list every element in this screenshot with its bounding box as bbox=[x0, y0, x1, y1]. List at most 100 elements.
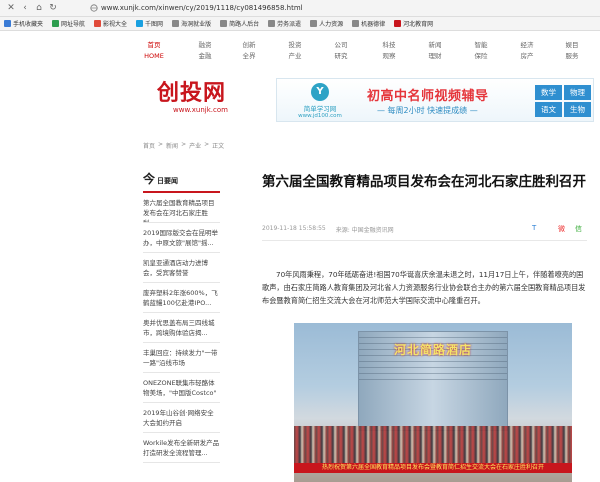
breadcrumb-link[interactable]: 新闻 bbox=[166, 141, 178, 150]
url-text: www.xunjk.com/xinwen/cy/2019/1118/cy0814… bbox=[101, 4, 303, 12]
sidebar-news-link[interactable]: 第六届全国教育精品项目发布会在河北石家庄胜利... bbox=[143, 193, 220, 223]
bookmark-favicon-icon bbox=[172, 20, 180, 27]
nav-item-label: 智能 bbox=[474, 41, 488, 49]
article-meta: 2019-11-18 15:58:55 来源: 中国金融资讯网 bbox=[262, 225, 587, 234]
bookmark-label: 千图网 bbox=[145, 21, 164, 28]
article-photo: 河北简路酒店 热烈祝贺第六届全国教育精品项目发布会暨教育简仁招生交流大会在石家庄… bbox=[294, 323, 572, 482]
today-news-sidebar: 今 日要闻 第六届全国教育精品项目发布会在河北石家庄胜利... 2019国际版交会… bbox=[143, 170, 220, 463]
nav-item-sublabel: 理财 bbox=[428, 52, 442, 60]
nav-item[interactable]: 经济 房产 bbox=[513, 40, 541, 62]
bookmark-favicon-icon bbox=[310, 20, 318, 27]
sidebar-news-link[interactable]: ONEZONE联集市轻酪体物美场，"中国版Costco" bbox=[143, 373, 220, 403]
breadcrumb-separator: > bbox=[158, 141, 164, 148]
bookmark-item[interactable]: 简路人后台 bbox=[220, 19, 259, 28]
close-icon[interactable]: ✕ bbox=[4, 1, 18, 15]
article-paragraph: 70年风雨秉程，70年砥砺奋进!祖国70华诞喜庆余温未退之时，11月17日上午，… bbox=[262, 270, 586, 305]
breadcrumb-separator: > bbox=[204, 141, 210, 148]
nav-item-sublabel: 房产 bbox=[520, 52, 534, 60]
nav-item-label: 首页 bbox=[147, 41, 161, 49]
ad-banner[interactable]: Y 简单学习网 www.jd100.com 初高中名师视频辅导 — 每周2小时 … bbox=[276, 78, 594, 122]
bookmark-label: 河北教育网 bbox=[403, 21, 434, 28]
nav-item-sublabel: 服务 bbox=[565, 52, 579, 60]
bookmark-item[interactable]: 手机收藏夹 bbox=[4, 19, 43, 28]
bookmark-favicon-icon bbox=[220, 20, 228, 27]
bookmark-label: 海洞就业版 bbox=[181, 21, 212, 28]
nav-item[interactable]: 新闻 理财 bbox=[421, 40, 449, 62]
bookmark-item[interactable]: 千图网 bbox=[136, 19, 163, 28]
ad-subject-button[interactable]: 生物 bbox=[564, 102, 591, 117]
share-wechat-icon[interactable]: 信 bbox=[575, 224, 582, 234]
bookmark-favicon-icon bbox=[52, 20, 60, 27]
nav-item-label: 科技 bbox=[382, 41, 396, 49]
bookmark-favicon-icon bbox=[136, 20, 144, 27]
article-date: 2019-11-18 15:58:55 bbox=[262, 225, 326, 232]
bookmark-item[interactable]: 河北教育网 bbox=[394, 19, 433, 28]
sidebar-news-link[interactable]: 丰巢回应：持续发力"一带一路"沿线市场 bbox=[143, 343, 220, 373]
nav-item[interactable]: 融资 金融 bbox=[191, 40, 219, 62]
bookmark-label: 手机收藏夹 bbox=[13, 21, 44, 28]
bookmark-label: 人力资源 bbox=[319, 21, 344, 28]
breadcrumb-link[interactable]: 产业 bbox=[189, 141, 201, 150]
nav-item-sublabel: 全界 bbox=[242, 52, 256, 60]
site-logo[interactable]: 创投网 www.xunjk.com bbox=[157, 81, 228, 115]
bookmark-label: 劳务派遣 bbox=[277, 21, 302, 28]
nav-item[interactable]: 投资 产业 bbox=[281, 40, 309, 62]
ad-subject-button[interactable]: 语文 bbox=[535, 102, 562, 117]
ad-brand: Y 简单学习网 www.jd100.com bbox=[285, 83, 355, 119]
bookmark-item[interactable]: 人力资源 bbox=[310, 19, 343, 28]
breadcrumb-separator: > bbox=[181, 141, 187, 148]
ad-subject-button[interactable]: 数学 bbox=[535, 85, 562, 100]
ad-subtitle: — 每周2小时 快速提成绩 — bbox=[377, 106, 478, 115]
bookmark-item[interactable]: 网址导航 bbox=[52, 19, 85, 28]
reload-icon[interactable]: ↻ bbox=[46, 1, 60, 15]
sidebar-heading: 今 日要闻 bbox=[143, 170, 220, 193]
nav-item[interactable]: 科技 观察 bbox=[375, 40, 403, 62]
photo-sign: 河北简路酒店 bbox=[394, 343, 473, 357]
nav-item[interactable]: 首页 HOME bbox=[140, 40, 168, 62]
nav-item-label: 娱目 bbox=[565, 41, 579, 49]
breadcrumb-link[interactable]: 首页 bbox=[143, 141, 155, 150]
sidebar-news-link[interactable]: 废弃塑料2年涨600%，飞鹤蓝鳗100亿赴港IPO... bbox=[143, 283, 220, 313]
sidebar-news-link[interactable]: Workile发布全新研发产品 打造研发全流程管理... bbox=[143, 433, 220, 463]
nav-item[interactable]: 娱目 服务 bbox=[558, 40, 586, 62]
globe-icon bbox=[90, 4, 98, 12]
logo-text: 创投网 bbox=[157, 81, 227, 106]
breadcrumb-link[interactable]: 正文 bbox=[212, 141, 224, 150]
nav-item-sublabel: 观察 bbox=[382, 52, 396, 60]
sidebar-news-link[interactable]: 2019国际版交会在昆明举办，中原文旅"展馆"摇... bbox=[143, 223, 220, 253]
bookmark-item[interactable]: 机器德律 bbox=[352, 19, 385, 28]
nav-item-label: 融资 bbox=[198, 41, 212, 49]
bookmark-label: 网址导航 bbox=[61, 21, 86, 28]
bookmark-label: 影视大全 bbox=[103, 21, 128, 28]
brand-icon: Y bbox=[311, 83, 329, 101]
sidebar-news-link[interactable]: 奥并优思盖布局三四线城市，跨境购体验店揭... bbox=[143, 313, 220, 343]
bookmark-favicon-icon bbox=[94, 20, 102, 27]
nav-item[interactable]: 创新 全界 bbox=[235, 40, 263, 62]
home-icon[interactable]: ⌂ bbox=[32, 1, 46, 15]
ad-subject-grid: 数学 物理 语文 生物 bbox=[535, 85, 591, 117]
ad-brand-url: www.jd100.com bbox=[298, 113, 342, 119]
ad-subject-button[interactable]: 物理 bbox=[564, 85, 591, 100]
nav-item[interactable]: 公司 研究 bbox=[327, 40, 355, 62]
bookmark-favicon-icon bbox=[352, 20, 360, 27]
nav-item-label: 投资 bbox=[288, 41, 302, 49]
ad-title: 初高中名师视频辅导 bbox=[367, 89, 489, 104]
logo-url: www.xunjk.com bbox=[173, 106, 228, 114]
nav-item-sublabel: 金融 bbox=[198, 52, 212, 60]
bookmark-favicon-icon bbox=[4, 20, 11, 27]
breadcrumb: 首页 > 新闻 > 产业 > 正文 bbox=[143, 141, 224, 150]
bookmark-item[interactable]: 劳务派遣 bbox=[268, 19, 301, 28]
share-weibo-icon[interactable]: 微 bbox=[558, 224, 565, 234]
address-bar: ✕ ‹ ⌂ ↻ www.xunjk.com/xinwen/cy/2019/111… bbox=[0, 0, 600, 17]
bookmark-label: 机器德律 bbox=[361, 21, 386, 28]
nav-item[interactable]: 智能 保险 bbox=[467, 40, 495, 62]
back-icon[interactable]: ‹ bbox=[18, 1, 32, 15]
bookmark-favicon-icon bbox=[394, 20, 402, 27]
sidebar-news-link[interactable]: 凯皇亚通酒店动力进博会，受宾客赞誉 bbox=[143, 253, 220, 283]
share-tencent-icon[interactable]: T bbox=[532, 224, 536, 232]
url-field[interactable]: www.xunjk.com/xinwen/cy/2019/1118/cy0814… bbox=[90, 2, 303, 14]
sidebar-news-link[interactable]: 2019年山谷创·网络安全大会如约开启 bbox=[143, 403, 220, 433]
bookmark-item[interactable]: 影视大全 bbox=[94, 19, 127, 28]
bookmark-item[interactable]: 海洞就业版 bbox=[172, 19, 211, 28]
nav-item-sublabel: 保险 bbox=[474, 52, 488, 60]
